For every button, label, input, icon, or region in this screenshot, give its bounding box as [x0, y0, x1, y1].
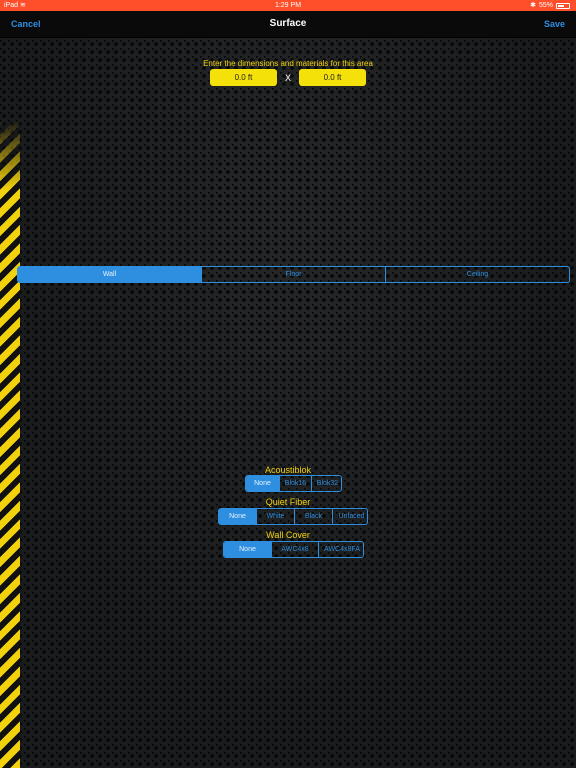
- battery-icon: [556, 2, 570, 9]
- wall-cover-title: Wall Cover: [266, 530, 310, 540]
- quiet-fiber-title: Quiet Fiber: [265, 497, 311, 507]
- dimensions-prompt: Enter the dimensions and materials for t…: [203, 59, 373, 68]
- surface-ceiling-segment[interactable]: Ceiling: [385, 267, 569, 282]
- dimension-separator: X: [284, 72, 291, 83]
- wall-cover-awc4x8fa-option[interactable]: AWC4x8FA: [318, 542, 363, 557]
- acoustiblok-blok32-option[interactable]: Blok32: [311, 476, 341, 491]
- quiet-fiber-black-option[interactable]: Black: [294, 509, 332, 524]
- bluetooth-icon: ✱: [530, 2, 536, 9]
- surface-type-selector: Wall Floor Ceiling: [17, 266, 570, 283]
- quiet-fiber-unfaced-option[interactable]: Unfaced: [332, 509, 367, 524]
- status-right: ✱ 55%: [530, 0, 570, 11]
- status-bar: iPad ≋ 1:29 PM ✱ 55%: [0, 0, 576, 11]
- wall-cover-none-option[interactable]: None: [224, 542, 271, 557]
- quiet-fiber-selector: None White Black Unfaced: [218, 508, 368, 525]
- surface-floor-segment[interactable]: Floor: [201, 267, 385, 282]
- page-title: Surface: [269, 18, 307, 29]
- quiet-fiber-none-option[interactable]: None: [219, 509, 256, 524]
- acoustiblok-none-option[interactable]: None: [246, 476, 279, 491]
- wall-cover-selector: None AWC4x8 AWC4x8FA: [223, 541, 364, 558]
- wall-cover-awc4x8-option[interactable]: AWC4x8: [271, 542, 318, 557]
- acoustiblok-title: Acoustiblok: [264, 465, 312, 475]
- navigation-bar: Cancel Surface Save: [0, 11, 576, 38]
- battery-percent: 55%: [538, 2, 553, 9]
- hazard-stripe-decoration: [0, 120, 20, 768]
- quiet-fiber-white-option[interactable]: White: [256, 509, 294, 524]
- length-input[interactable]: [299, 69, 366, 86]
- save-button[interactable]: Save: [544, 11, 565, 37]
- surface-wall-segment[interactable]: Wall: [18, 267, 201, 282]
- acoustiblok-selector: None Blok16 Blok32: [245, 475, 342, 492]
- width-input[interactable]: [209, 69, 277, 86]
- dimensions-row: X: [0, 69, 576, 86]
- status-time: 1:29 PM: [274, 2, 302, 9]
- acoustiblok-blok16-option[interactable]: Blok16: [279, 476, 311, 491]
